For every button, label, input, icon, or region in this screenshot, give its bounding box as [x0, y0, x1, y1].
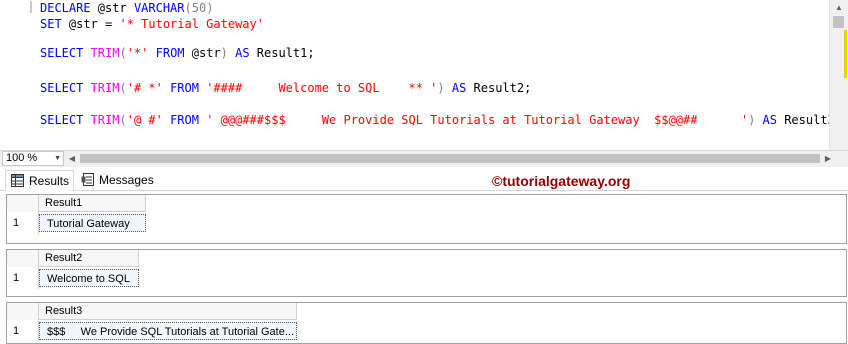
- keyword: VARCHAR: [133, 1, 185, 15]
- result-grid-2[interactable]: Result2 1 Welcome to SQL: [6, 249, 847, 297]
- variable: @str: [191, 46, 221, 60]
- string-literal: ' @@@###$$$ We Provide SQL Tutorials at …: [206, 113, 749, 127]
- zoom-dropdown[interactable]: 100 % ▼: [2, 151, 64, 166]
- result-grid-3[interactable]: Result3 1 $$$ We Provide SQL Tutorials a…: [6, 302, 847, 344]
- code-line-5[interactable]: SELECT TRIM('@ #' FROM ' @@@###$$$ We Pr…: [40, 112, 829, 128]
- keyword: FROM: [162, 81, 207, 95]
- editor-gutter: [0, 0, 36, 150]
- paren: ): [220, 46, 236, 60]
- result-cell[interactable]: $$$ We Provide SQL Tutorials at Tutorial…: [39, 322, 297, 340]
- function-name: TRIM: [90, 81, 120, 95]
- grid-corner[interactable]: [7, 195, 39, 212]
- messages-icon: [81, 173, 94, 186]
- keyword: AS: [235, 46, 250, 60]
- result-cell[interactable]: Tutorial Gateway: [39, 214, 146, 232]
- keyword: FROM: [148, 46, 192, 60]
- alias: Result2;: [466, 81, 532, 95]
- string-literal: '* Tutorial Gateway': [119, 17, 264, 31]
- editor-status-bar: 100 % ▼ ◀ ▶: [0, 150, 848, 167]
- vertical-scroll-thumb[interactable]: [833, 16, 844, 28]
- keyword: SELECT: [40, 81, 91, 95]
- scroll-left-icon[interactable]: ◀: [66, 151, 78, 166]
- column-header[interactable]: Result3: [39, 303, 297, 320]
- paren: (: [119, 113, 127, 127]
- code-line-2[interactable]: SET @str = '* Tutorial Gateway': [40, 16, 264, 32]
- variable: @str: [90, 1, 134, 15]
- row-number[interactable]: 1: [7, 212, 39, 234]
- scroll-up-icon[interactable]: ▲: [831, 0, 847, 16]
- query-editor[interactable]: DECLARE @str VARCHAR(50) SET @str = '* T…: [0, 0, 829, 150]
- column-header[interactable]: Result1: [39, 195, 146, 212]
- result-cell[interactable]: Welcome to SQL: [39, 269, 139, 287]
- code-line-1[interactable]: DECLARE @str VARCHAR(50): [40, 0, 213, 16]
- change-marker: [844, 30, 847, 78]
- vertical-scrollbar[interactable]: ▲: [829, 0, 848, 150]
- paren: ): [437, 81, 452, 95]
- result-tabs: Results Messages: [0, 167, 848, 191]
- horizontal-scroll-thumb[interactable]: [80, 154, 820, 163]
- code-line-3[interactable]: SELECT TRIM('*' FROM @str) AS Result1;: [40, 45, 315, 61]
- grid-corner[interactable]: [7, 250, 39, 267]
- string-literal: '*': [126, 46, 149, 60]
- column-header[interactable]: Result2: [39, 250, 139, 267]
- string-literal: '#### Welcome to SQL ** ': [206, 81, 438, 95]
- row-number[interactable]: 1: [7, 267, 39, 289]
- string-literal: '# *': [126, 81, 163, 95]
- keyword: AS: [762, 113, 777, 127]
- zoom-value: 100 %: [6, 152, 38, 164]
- string-literal: '@ #': [126, 113, 163, 127]
- result-grid-1[interactable]: Result1 1 Tutorial Gateway: [6, 194, 847, 244]
- horizontal-scrollbar[interactable]: ◀ ▶: [66, 151, 848, 166]
- tab-messages[interactable]: Messages: [76, 170, 156, 191]
- keyword: SELECT: [40, 113, 91, 127]
- type-size: (50): [184, 1, 214, 15]
- grid-corner[interactable]: [7, 303, 39, 320]
- keyword: SELECT: [40, 46, 91, 60]
- watermark-brand: ©tutorialgateway.org: [492, 173, 631, 189]
- tab-results[interactable]: Results: [5, 170, 74, 191]
- scroll-right-icon[interactable]: ▶: [822, 151, 834, 166]
- dropdown-icon: ▼: [54, 155, 61, 162]
- keyword: DECLARE: [40, 1, 91, 15]
- grid-icon: [11, 174, 24, 187]
- keyword: AS: [451, 81, 467, 95]
- keyword: SET: [40, 17, 62, 31]
- alias: Result1;: [249, 46, 315, 60]
- function-name: TRIM: [90, 113, 120, 127]
- tab-results-label: Results: [29, 174, 70, 188]
- tab-messages-label: Messages: [99, 173, 154, 187]
- paren: (: [119, 46, 127, 60]
- results-area: Result1 1 Tutorial Gateway Result2 1 Wel…: [0, 191, 848, 344]
- alias: Result3;: [784, 113, 829, 127]
- row-number[interactable]: 1: [7, 320, 39, 342]
- function-name: TRIM: [90, 46, 120, 60]
- paren: ): [748, 113, 763, 127]
- keyword: FROM: [162, 113, 207, 127]
- code-line-4[interactable]: SELECT TRIM('# *' FROM '#### Welcome to …: [40, 80, 531, 96]
- paren: (: [119, 81, 127, 95]
- assignment: @str =: [61, 17, 120, 31]
- collapse-marker: [30, 1, 32, 13]
